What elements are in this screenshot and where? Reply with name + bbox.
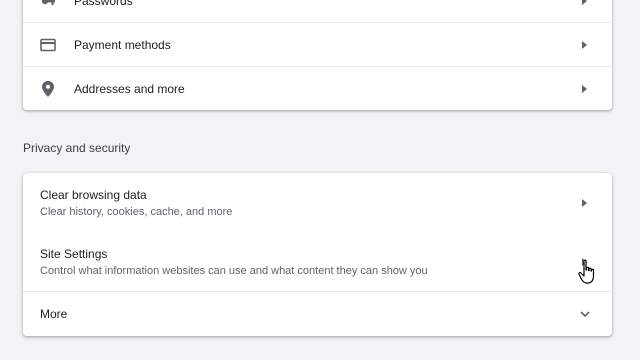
clear-browsing-data-title: Clear browsing data: [40, 187, 147, 202]
chevron-down-icon: [580, 309, 590, 319]
hand-cursor-icon: [578, 259, 598, 285]
clear-browsing-data-subtitle: Clear history, cookies, cache, and more: [40, 205, 233, 218]
privacy-section-title: Privacy and security: [23, 141, 131, 155]
addresses-row[interactable]: Addresses and more: [23, 67, 612, 110]
location-pin-icon: [40, 80, 56, 97]
site-settings-title: Site Settings: [40, 246, 108, 261]
payment-methods-label: Payment methods: [74, 37, 171, 52]
chevron-right-icon: [580, 198, 590, 208]
payment-methods-row[interactable]: Payment methods: [23, 23, 612, 66]
passwords-label: Passwords: [74, 0, 133, 8]
autofill-card: Passwords Payment methods Addresses and …: [23, 0, 612, 110]
privacy-card: Clear browsing data Clear history, cooki…: [23, 173, 612, 336]
more-row[interactable]: More: [23, 292, 612, 336]
site-settings-subtitle: Control what information websites can us…: [40, 264, 428, 277]
chevron-right-icon: [580, 84, 590, 94]
chevron-right-icon: [580, 0, 590, 6]
settings-page: Passwords Payment methods Addresses and …: [0, 0, 640, 360]
site-settings-row[interactable]: Site Settings Control what information w…: [23, 232, 612, 291]
passwords-row[interactable]: Passwords: [23, 0, 612, 22]
site-settings-text: Site Settings Control what information w…: [40, 247, 428, 277]
chevron-right-icon: [580, 40, 590, 50]
clear-browsing-data-text: Clear browsing data Clear history, cooki…: [40, 188, 232, 218]
clear-browsing-data-row[interactable]: Clear browsing data Clear history, cooki…: [23, 173, 612, 232]
key-icon: [40, 0, 56, 9]
addresses-label: Addresses and more: [74, 81, 185, 96]
credit-card-icon: [40, 37, 56, 53]
more-label: More: [40, 307, 68, 321]
more-text: More: [40, 307, 67, 321]
